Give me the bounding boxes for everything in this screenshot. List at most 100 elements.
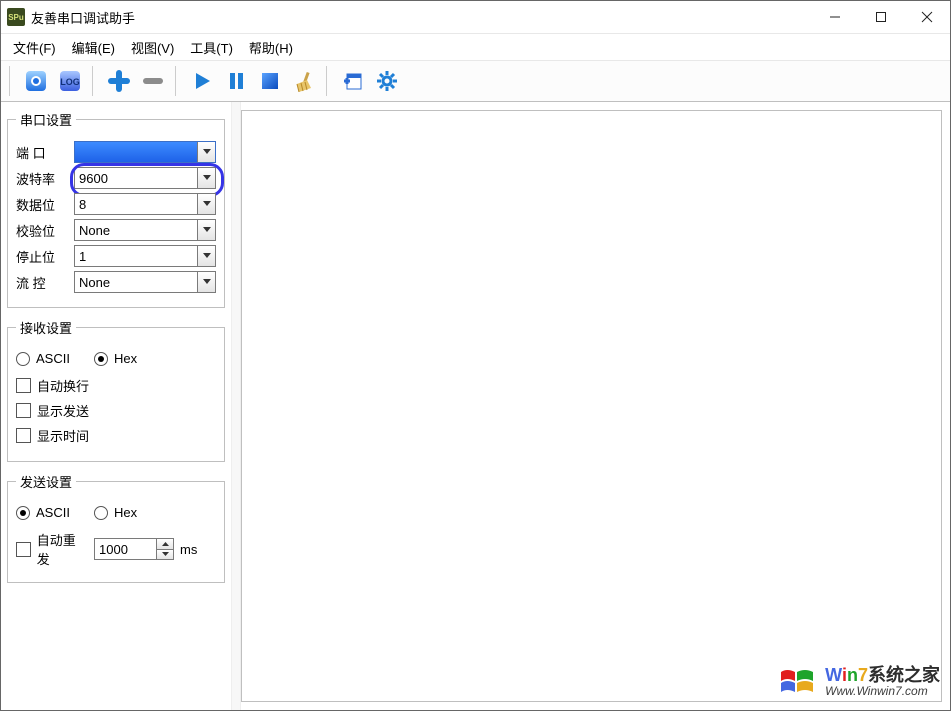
broom-icon [293, 70, 315, 92]
vertical-splitter[interactable] [231, 102, 241, 710]
show-send-checkbox[interactable]: 显示发送 [16, 401, 216, 420]
close-button[interactable] [904, 1, 950, 33]
flow-value: None [79, 275, 110, 290]
show-time-checkbox[interactable]: 显示时间 [16, 426, 216, 445]
serial-settings-legend: 串口设置 [16, 110, 76, 129]
chevron-down-icon [197, 272, 215, 292]
auto-resend-checkbox[interactable]: 自动重发 [16, 530, 88, 568]
menu-help[interactable]: 帮助(H) [243, 36, 299, 59]
svg-text:LOG: LOG [60, 77, 80, 87]
send-hex-label: Hex [114, 505, 137, 520]
output-area[interactable] [241, 110, 942, 702]
spin-buttons[interactable] [156, 539, 173, 559]
menu-view[interactable]: 视图(V) [125, 36, 180, 59]
log-button[interactable]: LOG [54, 65, 86, 97]
log-icon: LOG [58, 69, 82, 93]
plus-icon [108, 70, 130, 92]
menu-edit[interactable]: 编辑(E) [66, 36, 121, 59]
new-window-button[interactable] [337, 65, 369, 97]
spin-up-icon[interactable] [157, 539, 173, 550]
auto-resend-label: 自动重发 [37, 530, 88, 568]
show-time-label: 显示时间 [37, 426, 89, 445]
recv-ascii-radio[interactable]: ASCII [16, 351, 70, 366]
gear-icon [376, 70, 398, 92]
window-title: 友善串口调试助手 [31, 8, 135, 27]
serial-settings-panel: 串口设置 端 口 波特率 9600 [7, 110, 225, 308]
sidebar: 串口设置 端 口 波特率 9600 [1, 102, 231, 710]
radio-icon [16, 506, 30, 520]
minimize-button[interactable] [812, 1, 858, 33]
baud-row: 波特率 9600 [16, 167, 216, 189]
remove-button[interactable] [137, 65, 169, 97]
flow-combo[interactable]: None [74, 271, 216, 293]
play-button[interactable] [186, 65, 218, 97]
stopbits-label: 停止位 [16, 247, 68, 266]
flow-label: 流 控 [16, 273, 68, 292]
menu-file[interactable]: 文件(F) [7, 36, 62, 59]
connect-icon [24, 69, 48, 93]
radio-icon [94, 352, 108, 366]
menu-bar: 文件(F) 编辑(E) 视图(V) 工具(T) 帮助(H) [1, 34, 950, 61]
port-row: 端 口 [16, 141, 216, 163]
toolbar: LOG [1, 61, 950, 102]
resend-interval-input[interactable]: 1000 [94, 538, 174, 560]
new-window-icon [342, 70, 364, 92]
radio-icon [16, 352, 30, 366]
databits-combo[interactable]: 8 [74, 193, 216, 215]
toolbar-grip [9, 66, 14, 96]
baud-combo[interactable]: 9600 [74, 167, 216, 189]
databits-value: 8 [79, 197, 86, 212]
port-label: 端 口 [16, 143, 68, 162]
menu-tools[interactable]: 工具(T) [184, 36, 239, 59]
windows-flag-icon [777, 662, 817, 702]
toolbar-divider-1 [92, 66, 97, 96]
connect-button[interactable] [20, 65, 52, 97]
pause-button[interactable] [220, 65, 252, 97]
stopbits-value: 1 [79, 249, 86, 264]
chevron-down-icon [197, 194, 215, 214]
recv-hex-label: Hex [114, 351, 137, 366]
chevron-down-icon [197, 168, 215, 188]
clear-button[interactable] [288, 65, 320, 97]
maximize-button[interactable] [858, 1, 904, 33]
app-window: SPu 友善串口调试助手 文件(F) 编辑(E) 视图(V) 工具(T) 帮助(… [0, 0, 951, 711]
minus-icon [142, 70, 164, 92]
baud-value: 9600 [79, 171, 108, 186]
checkbox-icon [16, 428, 31, 443]
checkbox-icon [16, 542, 31, 557]
settings-button[interactable] [371, 65, 403, 97]
send-hex-radio[interactable]: Hex [94, 505, 137, 520]
auto-wrap-label: 自动换行 [37, 376, 89, 395]
app-icon: SPu [7, 8, 25, 26]
watermark-brand: Win7系统之家 [825, 666, 940, 686]
checkbox-icon [16, 378, 31, 393]
chevron-down-icon [197, 142, 215, 162]
parity-row: 校验位 None [16, 219, 216, 241]
send-ascii-radio[interactable]: ASCII [16, 505, 70, 520]
resend-interval-value: 1000 [99, 542, 128, 557]
add-button[interactable] [103, 65, 135, 97]
spin-down-icon[interactable] [157, 550, 173, 560]
send-settings-legend: 发送设置 [16, 472, 76, 491]
auto-wrap-checkbox[interactable]: 自动换行 [16, 376, 216, 395]
recv-mode-group: ASCII Hex [16, 351, 216, 366]
recv-ascii-label: ASCII [36, 351, 70, 366]
body: 串口设置 端 口 波特率 9600 [1, 102, 950, 710]
baud-label: 波特率 [16, 169, 68, 188]
play-icon [191, 70, 213, 92]
receive-settings-panel: 接收设置 ASCII Hex 自动换行 [7, 318, 225, 462]
stop-button[interactable] [254, 65, 286, 97]
stopbits-combo[interactable]: 1 [74, 245, 216, 267]
port-combo[interactable] [74, 141, 216, 163]
databits-label: 数据位 [16, 195, 68, 214]
stop-icon [259, 70, 281, 92]
databits-row: 数据位 8 [16, 193, 216, 215]
recv-hex-radio[interactable]: Hex [94, 351, 137, 366]
toolbar-divider-3 [326, 66, 331, 96]
show-send-label: 显示发送 [37, 401, 89, 420]
parity-combo[interactable]: None [74, 219, 216, 241]
checkbox-icon [16, 403, 31, 418]
receive-settings-legend: 接收设置 [16, 318, 76, 337]
flow-row: 流 控 None [16, 271, 216, 293]
stopbits-row: 停止位 1 [16, 245, 216, 267]
